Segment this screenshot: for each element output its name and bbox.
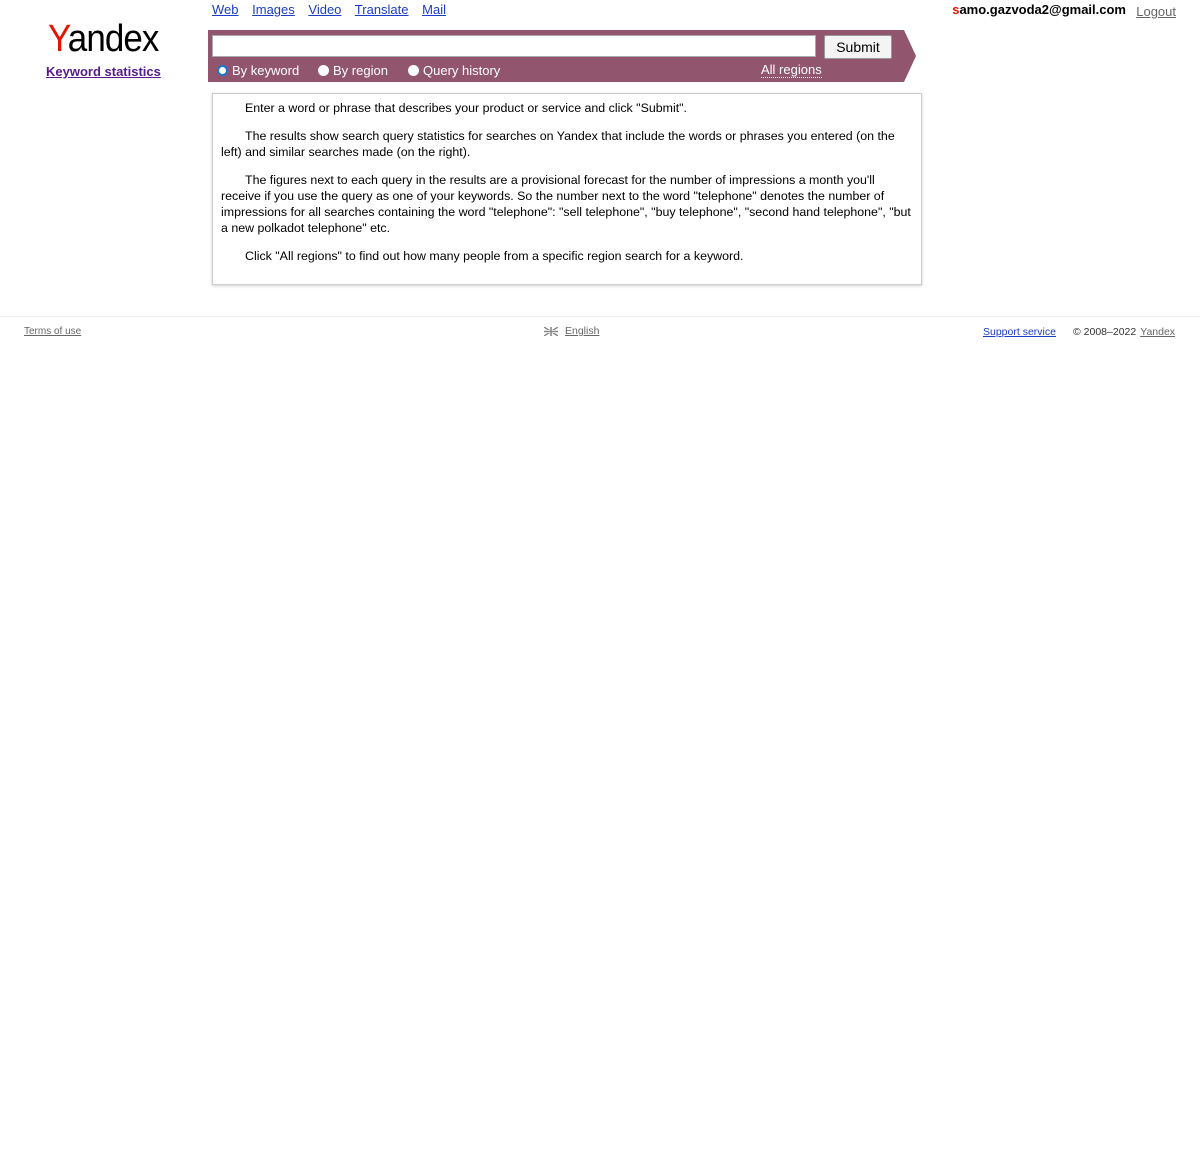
- keyword-statistics-link[interactable]: Keyword statistics: [46, 64, 161, 79]
- logout-link[interactable]: Logout: [1136, 4, 1176, 19]
- search-bar-arrow: [904, 30, 916, 82]
- search-bar: Submit By keyword By region Query histor…: [208, 30, 916, 82]
- copyright-text: © 2008–2022: [1073, 326, 1137, 338]
- help-paragraph: Click "All regions" to find out how many…: [245, 249, 744, 263]
- footer-divider: [0, 316, 1200, 317]
- help-paragraph: Enter a word or phrase that describes yo…: [245, 101, 687, 115]
- support-service-link[interactable]: Support service: [983, 326, 1056, 338]
- radio-unselected-icon[interactable]: [318, 65, 329, 76]
- user-email-rest: amo.gazvoda2@gmail.com: [959, 2, 1126, 17]
- radio-by-keyword-label: By keyword: [232, 63, 300, 78]
- top-navigation: Web Images Video Translate Mail: [212, 2, 456, 17]
- logo-rest: andex: [67, 18, 160, 60]
- search-input[interactable]: [212, 35, 816, 57]
- yandex-footer-link[interactable]: Yandex: [1140, 326, 1175, 338]
- nav-translate[interactable]: Translate: [355, 2, 409, 17]
- help-paragraph: The figures next to each query in the re…: [221, 173, 911, 235]
- uk-flag-icon: [544, 326, 558, 336]
- radio-by-region[interactable]: By region: [318, 63, 388, 78]
- help-panel: Enter a word or phrase that describes yo…: [212, 93, 922, 285]
- copyright: © 2008–2022 Yandex: [1073, 326, 1175, 338]
- terms-of-use-link[interactable]: Terms of use: [24, 326, 81, 337]
- radio-by-keyword[interactable]: By keyword: [217, 63, 299, 78]
- language-switcher[interactable]: English: [544, 325, 599, 337]
- yandex-logo[interactable]: Yandex: [48, 18, 160, 61]
- all-regions-link[interactable]: All regions: [761, 63, 822, 78]
- nav-images[interactable]: Images: [252, 2, 295, 17]
- user-email[interactable]: samo.gazvoda2@gmail.com: [952, 2, 1126, 17]
- radio-query-history[interactable]: Query history: [408, 63, 500, 78]
- radio-by-region-label: By region: [333, 63, 388, 78]
- submit-button[interactable]: Submit: [824, 35, 892, 59]
- radio-unselected-icon[interactable]: [408, 65, 419, 76]
- help-paragraph: The results show search query statistics…: [221, 129, 895, 159]
- language-label: English: [565, 325, 600, 337]
- radio-query-history-label: Query history: [423, 63, 501, 78]
- nav-mail[interactable]: Mail: [422, 2, 446, 17]
- nav-video[interactable]: Video: [308, 2, 341, 17]
- logo-first-letter: Y: [48, 18, 69, 60]
- nav-web[interactable]: Web: [212, 2, 239, 17]
- radio-selected-icon[interactable]: [217, 65, 228, 76]
